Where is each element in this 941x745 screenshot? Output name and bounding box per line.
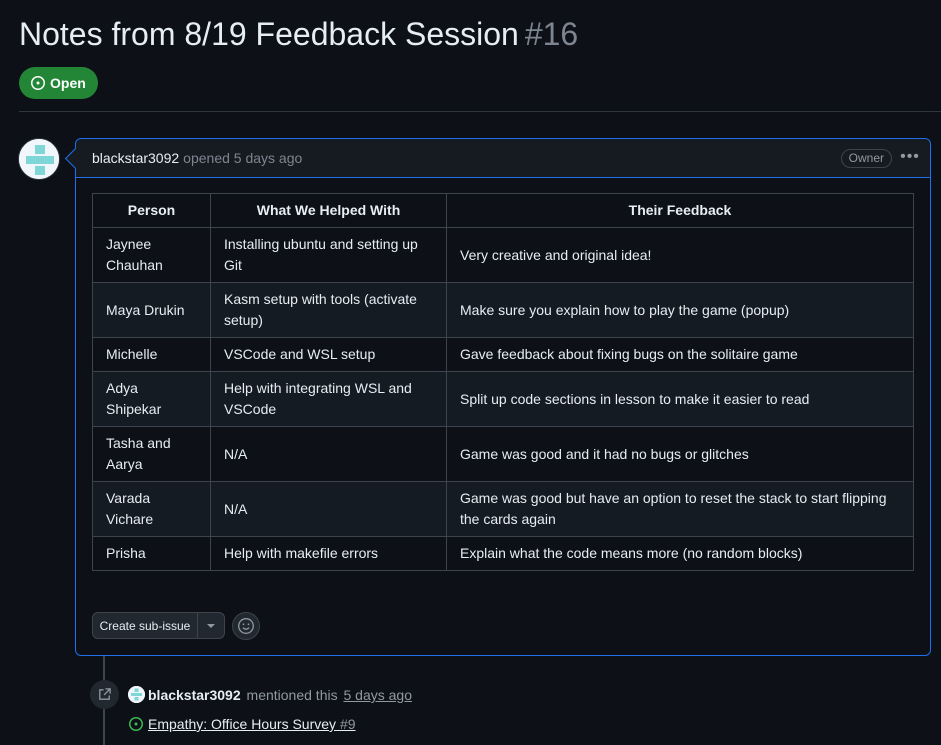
add-reaction-button[interactable] (232, 612, 260, 640)
event-actor-link[interactable]: blackstar3092 (148, 687, 241, 703)
table-cell: Prisha (92, 536, 211, 571)
comment-author-link[interactable]: blackstar3092 (92, 150, 179, 166)
table-cell: Jaynee Chauhan (92, 227, 211, 283)
table-row: Maya Drukin Kasm setup with tools (activ… (92, 282, 914, 338)
table-cell: Help with makefile errors (210, 536, 447, 571)
table-cell: Adya Shipekar (92, 371, 211, 427)
event-action: mentioned this (246, 687, 338, 703)
table-cell: Make sure you explain how to play the ga… (446, 282, 914, 338)
issue-title-row: Notes from 8/19 Feedback Session #16 (19, 14, 578, 54)
kebab-horizontal-icon[interactable]: ••• (900, 147, 920, 169)
referenced-issue[interactable]: Empathy: Office Hours Survey #9 (128, 715, 356, 733)
table-cell: Michelle (92, 337, 211, 372)
referenced-issue-title[interactable]: Empathy: Office Hours Survey (148, 716, 336, 732)
table-cell: Varada Vichare (92, 481, 211, 537)
table-cell: Gave feedback about fixing bugs on the s… (446, 337, 914, 372)
create-sub-issue-split-button: Create sub-issue (92, 612, 225, 639)
referenced-issue-number[interactable]: #9 (340, 716, 356, 732)
column-header: What We Helped With (210, 193, 447, 228)
issue-open-icon (31, 76, 45, 90)
table-cell: VSCode and WSL setup (210, 337, 447, 372)
event-timestamp-link[interactable]: 5 days ago (343, 687, 412, 703)
table-cell: Game was good but have an option to rese… (446, 481, 914, 537)
comment-meta[interactable]: opened 5 days ago (183, 150, 302, 166)
issue-state-badge: Open (19, 67, 98, 99)
identicon-image (128, 686, 145, 703)
chevron-down-icon[interactable] (198, 613, 224, 638)
issue-open-icon (129, 717, 143, 731)
table-cell: Help with integrating WSL and VSCode (210, 371, 447, 427)
cross-reference-icon (90, 680, 119, 709)
issue-title: Notes from 8/19 Feedback Session (19, 16, 519, 52)
table-row: Jaynee Chauhan Installing ubuntu and set… (92, 227, 914, 283)
table-cell: Maya Drukin (92, 282, 211, 338)
table-cell: Tasha and Aarya (92, 426, 211, 482)
table-row: Michelle VSCode and WSL setup Gave feedb… (92, 337, 914, 372)
table-cell: N/A (210, 481, 447, 537)
referenced-issue-link[interactable]: Empathy: Office Hours Survey #9 (148, 715, 356, 733)
table-cell: N/A (210, 426, 447, 482)
smiley-icon (238, 618, 254, 634)
create-sub-issue-button[interactable]: Create sub-issue (93, 613, 198, 638)
owner-badge: Owner (840, 149, 892, 168)
table-cell: Very creative and original idea! (446, 227, 914, 283)
table-cell: Explain what the code means more (no ran… (446, 536, 914, 571)
identicon-image (19, 139, 59, 179)
issue-body-comment: blackstar3092 opened 5 days ago Owner ••… (75, 138, 931, 656)
table-cell: Split up code sections in lesson to make… (446, 371, 914, 427)
issue-number: #16 (524, 16, 579, 52)
header-divider (19, 111, 941, 112)
issue-state-label: Open (50, 75, 86, 91)
column-header: Their Feedback (446, 193, 914, 228)
table-header-row: Person What We Helped With Their Feedbac… (92, 193, 914, 228)
author-avatar[interactable] (18, 138, 60, 180)
table-row: Tasha and Aarya N/A Game was good and it… (92, 426, 914, 482)
table-cell: Game was good and it had no bugs or glit… (446, 426, 914, 482)
table-row: Adya Shipekar Help with integrating WSL … (92, 371, 914, 427)
mention-event: blackstar3092 mentioned this 5 days ago (148, 686, 412, 704)
column-header: Person (92, 193, 211, 228)
event-actor-avatar[interactable] (128, 686, 145, 703)
table-cell: Kasm setup with tools (activate setup) (210, 282, 447, 338)
table-row: Prisha Help with makefile errors Explain… (92, 536, 914, 571)
feedback-table: Person What We Helped With Their Feedbac… (92, 193, 914, 571)
table-row: Varada Vichare N/A Game was good but hav… (92, 481, 914, 537)
table-cell: Installing ubuntu and setting up Git (210, 227, 447, 283)
comment-header: blackstar3092 opened 5 days ago Owner ••… (76, 139, 930, 178)
